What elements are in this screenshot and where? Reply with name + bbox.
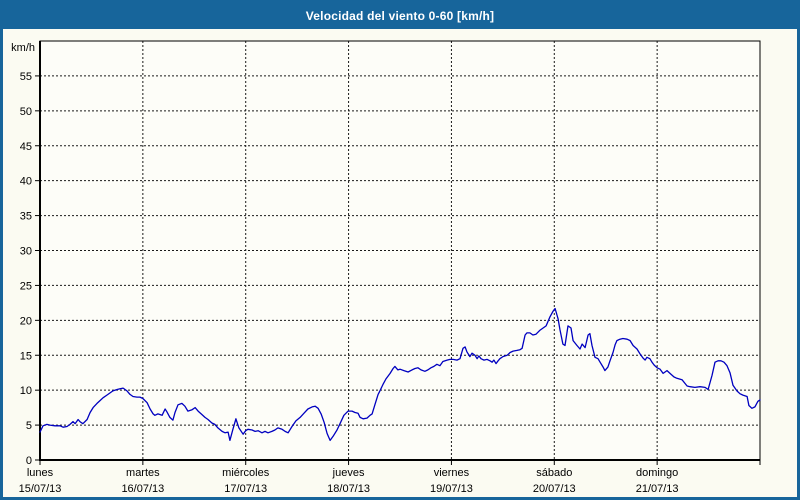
svg-text:40: 40 bbox=[20, 176, 32, 188]
x-axis-day-label: martes bbox=[126, 467, 160, 479]
svg-text:10: 10 bbox=[20, 385, 32, 397]
x-axis-date-label: 21/07/13 bbox=[636, 483, 679, 495]
x-axis-date-label: 17/07/13 bbox=[224, 483, 267, 495]
x-axis-date-label: 20/07/13 bbox=[533, 483, 576, 495]
x-axis-day-label: jueves bbox=[332, 467, 365, 479]
svg-text:5: 5 bbox=[26, 420, 32, 432]
x-axis-day-label: viernes bbox=[434, 467, 470, 479]
svg-text:15: 15 bbox=[20, 350, 32, 362]
x-axis-day-label: domingo bbox=[636, 467, 678, 479]
x-axis-date-label: 18/07/13 bbox=[327, 483, 370, 495]
x-axis-day-label: lunes bbox=[27, 467, 54, 479]
svg-text:0: 0 bbox=[26, 455, 32, 467]
chart-svg: 0 5 10 15 20 25 30 35 40 45 50 55 km/h lunes 15/07/13 m… bbox=[11, 40, 761, 495]
chart-content: 0 5 10 15 20 25 30 35 40 45 50 55 km/h lunes 15/07/13 m… bbox=[3, 29, 797, 497]
svg-text:30: 30 bbox=[20, 246, 32, 258]
x-axis-date-label: 15/07/13 bbox=[19, 483, 62, 495]
svg-text:55: 55 bbox=[20, 71, 32, 83]
svg-text:35: 35 bbox=[20, 211, 32, 223]
svg-text:45: 45 bbox=[20, 141, 32, 153]
x-axis-date-label: 19/07/13 bbox=[430, 483, 473, 495]
svg-text:25: 25 bbox=[20, 280, 32, 292]
x-axis-date-label: 16/07/13 bbox=[121, 483, 164, 495]
app-window: Velocidad del viento 0-60 [km/h] 0 5 10 15 2… bbox=[0, 0, 800, 500]
svg-text:50: 50 bbox=[20, 106, 32, 118]
y-axis-unit-label: km/h bbox=[11, 42, 35, 54]
svg-text:20: 20 bbox=[20, 315, 32, 327]
chart-titlebar: Velocidad del viento 0-60 [km/h] bbox=[3, 3, 797, 29]
chart-title: Velocidad del viento 0-60 [km/h] bbox=[305, 9, 495, 23]
x-axis-day-label: sábado bbox=[536, 467, 572, 479]
x-axis-day-label: miércoles bbox=[222, 467, 270, 479]
